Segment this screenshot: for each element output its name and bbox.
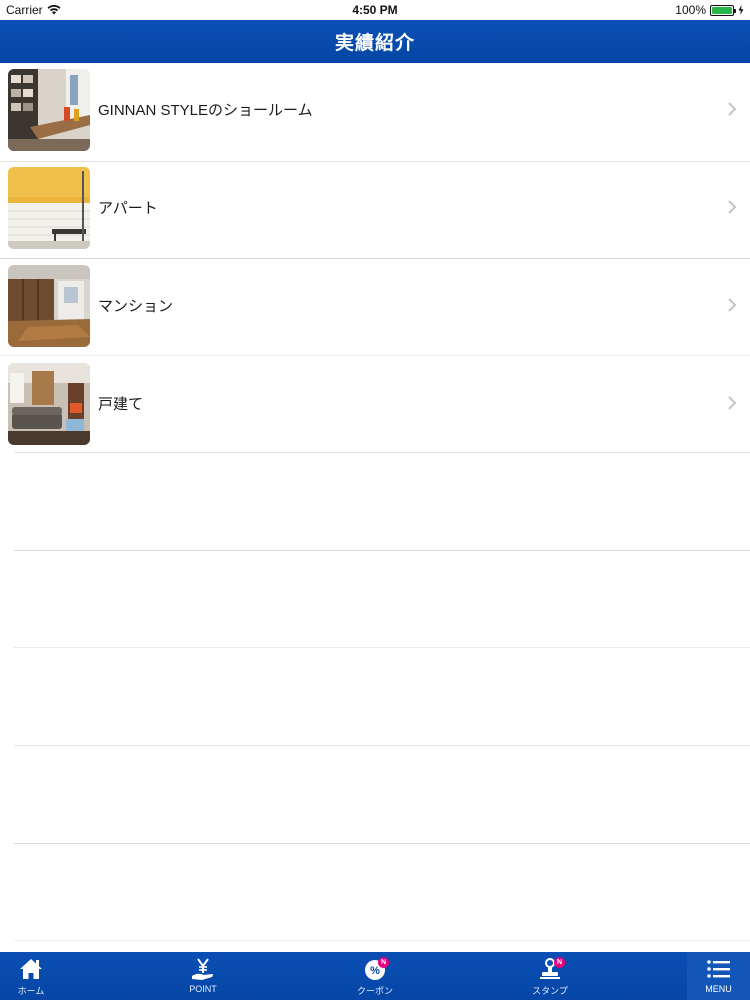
chevron-right-icon [728, 396, 737, 410]
list-item-condominium[interactable]: マンション [0, 259, 750, 357]
tab-label: クーポン [356, 986, 393, 996]
coupon-icon: % N [362, 957, 389, 981]
tab-label: ホーム [17, 986, 45, 996]
chevron-right-icon [728, 200, 737, 214]
list-item-label: 戸建て [98, 396, 144, 413]
apartment-photo [8, 167, 90, 249]
stamp-new-badge: N [554, 957, 565, 968]
list-item-showroom[interactable]: GINNAN STYLEのショールーム [0, 63, 750, 161]
empty-row-separator [14, 745, 750, 746]
chevron-right-icon [728, 298, 737, 312]
battery-status: 100% [675, 3, 744, 17]
svg-text:%: % [370, 965, 380, 977]
list-item-apartment[interactable]: アパート [0, 161, 750, 259]
showroom-photo [8, 69, 90, 151]
tab-label: スタンプ [532, 986, 568, 996]
house-photo [8, 363, 90, 445]
divider [0, 355, 750, 356]
point-yen-icon [192, 958, 213, 980]
condominium-photo [8, 265, 90, 347]
battery-percent: 100% [675, 3, 706, 17]
list-item-house[interactable]: 戸建て [0, 357, 750, 455]
tab-label: POINT [189, 984, 217, 994]
chevron-right-icon [728, 102, 737, 116]
tab-stamp[interactable]: N スタンプ [519, 952, 581, 1000]
tab-coupon[interactable]: % N クーポン [344, 952, 406, 1000]
list-item-label: アパート [98, 200, 158, 217]
tab-bar: ホーム POINT % N クーポン N スタンプ MENU [0, 952, 750, 1000]
tab-point[interactable]: POINT [172, 952, 234, 1000]
tab-menu[interactable]: MENU [687, 952, 750, 1000]
home-icon [20, 959, 42, 979]
coupon-new-badge: N [378, 957, 389, 968]
tab-label: MENU [705, 984, 732, 994]
navigation-bar: 実績紹介 [0, 20, 750, 63]
stamp-icon: N [537, 957, 565, 981]
charging-icon [738, 5, 744, 15]
tab-home[interactable]: ホーム [0, 952, 62, 1000]
empty-row-separator [14, 452, 750, 453]
empty-row-separator [14, 843, 750, 844]
page-title: 実績紹介 [334, 33, 415, 54]
status-bar: Carrier 4:50 PM 100% [0, 0, 750, 20]
battery-icon [710, 4, 736, 16]
empty-row-separator [14, 647, 750, 648]
empty-row-separator [14, 940, 750, 941]
status-time: 4:50 PM [352, 3, 398, 17]
list-item-label: GINNAN STYLEのショールーム [98, 102, 313, 119]
list-item-label: マンション [98, 298, 174, 315]
menu-icon [706, 960, 730, 978]
empty-row-separator [14, 550, 750, 551]
